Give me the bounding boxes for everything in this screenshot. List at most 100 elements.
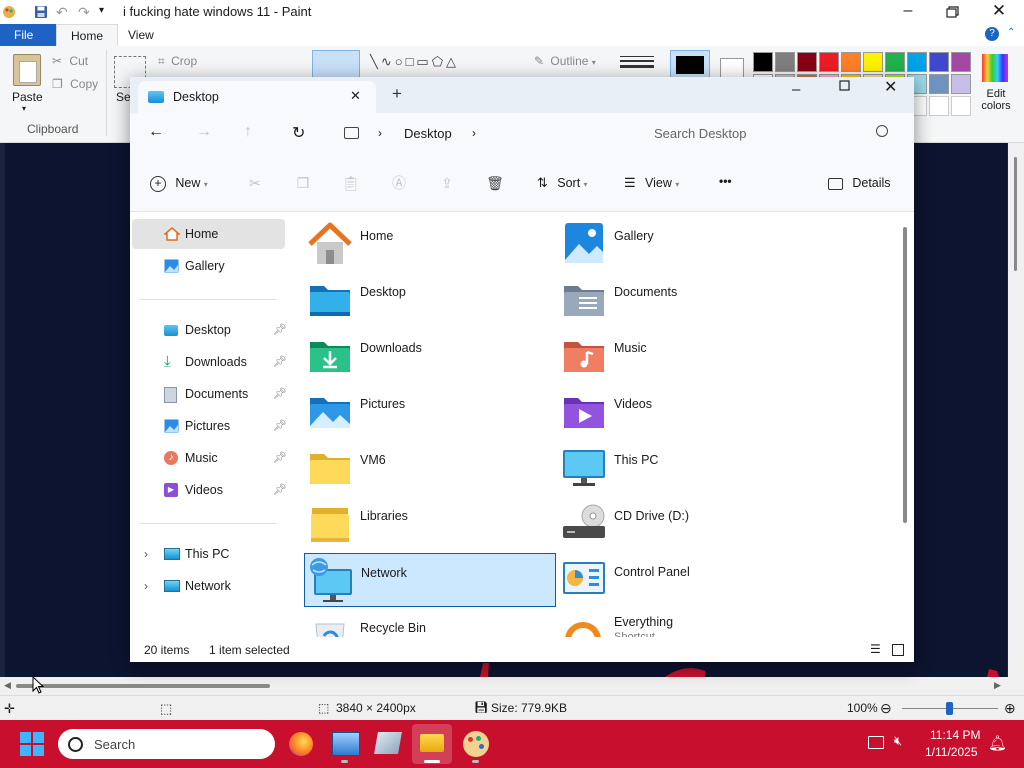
clock-time[interactable]: 11:14 PM <box>930 728 980 742</box>
volume-muted-icon[interactable]: 🔇︎ <box>894 733 902 749</box>
palette-color-swatch[interactable] <box>885 52 905 72</box>
brushes-button[interactable] <box>312 50 360 78</box>
tab-home[interactable]: Home <box>56 24 119 47</box>
palette-color-swatch[interactable] <box>841 52 861 72</box>
nav-item-network[interactable]: › Network <box>132 571 285 601</box>
share-icon[interactable]: ⇪ <box>437 173 457 193</box>
outline-button[interactable]: ✎ Outline ▾ <box>534 54 596 68</box>
size-button[interactable] <box>620 54 654 70</box>
tab-file[interactable]: File <box>0 24 56 46</box>
tab-view[interactable]: View <box>114 24 168 46</box>
app-icon-2[interactable] <box>374 732 402 754</box>
paste-icon[interactable]: 📋︎ <box>341 173 361 193</box>
file-item[interactable]: Documents <box>558 273 808 325</box>
forward-arrow-icon[interactable]: → <box>196 123 212 141</box>
palette-color-swatch[interactable] <box>797 52 817 72</box>
close-button[interactable]: ✕ <box>988 1 1010 21</box>
paint-taskbar-icon[interactable] <box>463 731 489 757</box>
palette-empty-swatch[interactable] <box>951 96 971 116</box>
palette-color-swatch[interactable] <box>951 74 971 94</box>
palette-empty-swatch[interactable] <box>929 96 949 116</box>
palette-color-swatch[interactable] <box>907 52 927 72</box>
address-bar[interactable]: › Desktop › <box>332 117 630 151</box>
file-item[interactable]: Downloads <box>304 329 554 381</box>
palette-color-swatch[interactable] <box>819 52 839 72</box>
horizontal-scrollbar[interactable]: ◀ ▶ <box>0 677 1024 695</box>
file-item[interactable]: Recycle Bin <box>304 609 554 637</box>
sort-button[interactable]: ⇅ Sort ▾ <box>537 173 588 193</box>
file-explorer-taskbar-icon[interactable] <box>412 724 452 764</box>
quick-access-dropdown-icon[interactable]: ▾ <box>99 5 104 16</box>
copy-button[interactable]: ❐ Copy <box>52 77 98 93</box>
clock-date[interactable]: 1/11/2025 <box>925 745 978 759</box>
undo-icon[interactable]: ↶ <box>56 4 68 21</box>
maximize-button[interactable] <box>942 4 962 20</box>
zoom-slider[interactable] <box>902 702 998 715</box>
close-tab-icon[interactable]: ✕ <box>350 88 361 104</box>
details-view-icon[interactable]: ☰ <box>870 642 881 656</box>
zoom-slider-thumb[interactable] <box>946 702 953 715</box>
taskbar-search-box[interactable]: Search <box>58 729 275 759</box>
crop-button[interactable]: ⌗ Crop <box>158 54 197 69</box>
expand-chevron-icon[interactable]: › <box>144 571 148 601</box>
delete-icon[interactable]: 🗑︎ <box>485 173 505 193</box>
cut-icon[interactable]: ✂ <box>245 173 265 193</box>
nav-item-this-pc[interactable]: › This PC <box>132 539 285 569</box>
tab-desktop[interactable]: Desktop ✕ <box>138 81 376 113</box>
color1-swatch[interactable] <box>670 50 710 80</box>
more-options-button[interactable]: ••• <box>719 174 732 188</box>
file-item[interactable]: Desktop <box>304 273 554 325</box>
file-item[interactable]: VM6 <box>304 441 554 493</box>
start-button[interactable] <box>20 732 44 756</box>
palette-color-swatch[interactable] <box>863 52 883 72</box>
vertical-scrollbar[interactable] <box>1008 143 1024 677</box>
back-arrow-icon[interactable]: ← <box>148 123 164 141</box>
file-item[interactable]: Gallery <box>558 217 808 269</box>
file-item[interactable]: Home <box>304 217 554 269</box>
file-item[interactable]: CD Drive (D:) <box>558 497 808 549</box>
refresh-icon[interactable]: ↻ <box>292 123 305 143</box>
new-button[interactable]: + New ▾ <box>150 173 208 193</box>
tiles-view-icon[interactable] <box>892 644 904 656</box>
file-item[interactable]: Everything Shortcut <box>558 609 808 637</box>
palette-color-swatch[interactable] <box>929 52 949 72</box>
search-input[interactable]: Search <box>94 737 135 752</box>
zoom-out-button[interactable]: ⊖ <box>880 696 892 721</box>
scroll-thumb[interactable] <box>16 684 270 688</box>
app-icon-1[interactable] <box>332 732 360 756</box>
expand-chevron-icon[interactable]: › <box>144 539 148 569</box>
search-box[interactable]: Search Desktop <box>636 117 904 151</box>
nav-item-gallery[interactable]: Gallery <box>132 251 285 281</box>
breadcrumb-desktop[interactable]: Desktop <box>404 126 452 141</box>
close-button[interactable]: ✕ <box>884 77 897 97</box>
nav-item-home[interactable]: Home <box>132 219 285 249</box>
up-arrow-icon[interactable]: ↑ <box>244 123 252 141</box>
file-item[interactable]: Music <box>558 329 808 381</box>
rename-icon[interactable]: Ⓐ <box>389 173 409 193</box>
file-item[interactable]: This PC <box>558 441 808 493</box>
redo-icon[interactable]: ↷ <box>78 4 90 21</box>
paste-button[interactable]: Paste ▾ <box>8 52 46 114</box>
minimize-button[interactable]: – <box>896 2 920 22</box>
file-item[interactable]: Videos <box>558 385 808 437</box>
details-button[interactable]: Details <box>828 173 891 193</box>
palette-color-swatch[interactable] <box>775 52 795 72</box>
edit-colors-button[interactable]: Edit colors <box>978 52 1014 118</box>
shapes-gallery[interactable]: ╲∿○□▭⬠△ <box>370 54 510 70</box>
search-input[interactable]: Search Desktop <box>654 126 747 141</box>
zoom-in-button[interactable]: ⊕ <box>1004 696 1016 721</box>
view-button[interactable]: ☰ View ▾ <box>624 173 679 193</box>
file-item[interactable]: Pictures <box>304 385 554 437</box>
nav-item-music[interactable]: ♪ Music 📌︎ <box>132 443 287 473</box>
palette-color-swatch[interactable] <box>753 52 773 72</box>
display-tray-icon[interactable] <box>868 736 884 749</box>
scroll-right-icon[interactable]: ▶ <box>994 680 1001 691</box>
file-item[interactable]: Network <box>304 553 556 607</box>
save-icon[interactable] <box>34 5 48 19</box>
scroll-left-icon[interactable]: ◀ <box>4 680 11 691</box>
scroll-thumb[interactable] <box>1014 157 1017 271</box>
nav-item-pictures[interactable]: Pictures 📌︎ <box>132 411 287 441</box>
nav-item-documents[interactable]: Documents 📌︎ <box>132 379 287 409</box>
maximize-button[interactable] <box>838 79 852 93</box>
notification-bell-icon[interactable]: 🔔︎ <box>988 734 1007 752</box>
